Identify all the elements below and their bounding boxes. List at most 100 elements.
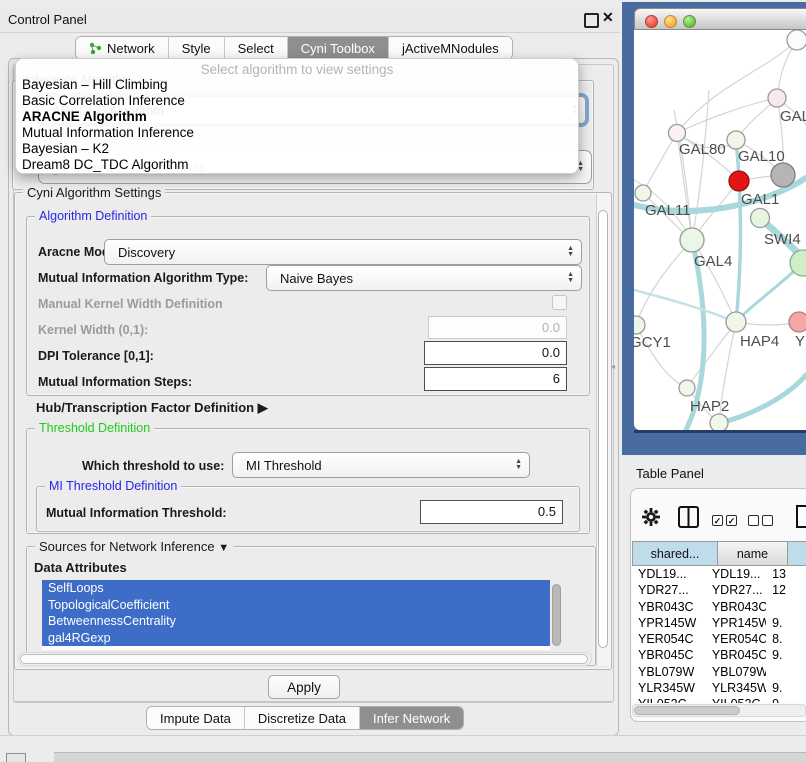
new-table-button[interactable]: [796, 505, 806, 533]
table-cell: YDR27...: [706, 582, 766, 598]
network-node-gal11[interactable]: [635, 185, 651, 201]
network-node-gal1[interactable]: [729, 171, 749, 191]
mi-threshold-group-title: MI Threshold Definition: [45, 479, 181, 493]
table-row[interactable]: YDR27...YDR27...12: [632, 582, 806, 598]
select-all-columns-button[interactable]: ✓✓: [712, 512, 737, 530]
which-threshold-select[interactable]: MI Threshold ▲▼: [232, 452, 530, 478]
column-header[interactable]: [788, 541, 806, 566]
network-node-hap4[interactable]: [726, 312, 746, 332]
data-attributes-list[interactable]: SelfLoopsTopologicalCoefficientBetweenne…: [42, 580, 550, 650]
bottom-statusbar: [54, 752, 806, 762]
attribute-list-item[interactable]: TopologicalCoefficient: [42, 597, 550, 614]
network-node-swi4[interactable]: [751, 209, 770, 228]
attribute-list-scrollbar-thumb[interactable]: [552, 584, 561, 646]
network-window-titlebar[interactable]: [634, 8, 806, 30]
table-cell: YPR145W: [706, 615, 766, 631]
dpi-tolerance-field[interactable]: 0.0: [424, 341, 567, 365]
table-row[interactable]: YBR045CYBR045C9.: [632, 647, 806, 663]
table-cell: YDR27...: [632, 582, 706, 598]
table-cell: 9.: [766, 647, 806, 663]
node-label: SWI4: [764, 231, 801, 248]
manual-kernel-checkbox[interactable]: [552, 295, 567, 310]
table-row[interactable]: YPR145WYPR145W9.: [632, 615, 806, 631]
kernel-width-field[interactable]: 0.0: [428, 316, 567, 339]
network-node-y[interactable]: [789, 312, 806, 332]
checked-box-icon: ✓: [726, 515, 737, 526]
network-node-gal80[interactable]: [669, 125, 686, 142]
screen: Control Panel ✕ NetworkStyleSelectCyni T…: [0, 0, 806, 762]
network-view-canvas[interactable]: GALGAL80GAL10GAL1GAL11SWI4GAL4GCY1HAP4YH…: [634, 30, 806, 430]
attribute-list-item[interactable]: gal4RGexp: [42, 630, 550, 647]
combo-arrows-icon: ▲▼: [515, 459, 522, 471]
table-cell: [766, 664, 806, 680]
corner-widget[interactable]: [6, 753, 26, 762]
table-row[interactable]: YIL052CYIL052C9: [632, 696, 806, 703]
settings-hscrollbar-thumb[interactable]: [20, 654, 588, 664]
algorithm-option[interactable]: Bayesian – Hill Climbing: [16, 77, 578, 93]
table-cell: YBL079W: [706, 664, 766, 680]
algorithm-option[interactable]: Bayesian – K2: [16, 141, 578, 157]
algorithm-option[interactable]: Mutual Information Inference: [16, 125, 578, 141]
network-node-gal[interactable]: [768, 89, 786, 107]
close-icon[interactable]: ✕: [602, 9, 614, 26]
node-label: Y: [795, 333, 805, 350]
mi-type-select[interactable]: Naive Bayes ▲▼: [266, 265, 582, 291]
table-row[interactable]: YLR345WYLR345W9.: [632, 680, 806, 696]
manual-kernel-label: Manual Kernel Width Definition: [38, 297, 223, 311]
algorithm-option[interactable]: Basic Correlation Inference: [16, 93, 578, 109]
network-node[interactable]: [787, 30, 806, 50]
apply-button[interactable]: Apply: [268, 675, 340, 699]
mac-zoom-icon[interactable]: [683, 15, 696, 28]
network-node[interactable]: [710, 414, 728, 430]
mac-close-icon[interactable]: [645, 15, 658, 28]
hub-definition-toggle[interactable]: Hub/Transcription Factor Definition ▶: [36, 400, 268, 416]
split-columns-button[interactable]: [678, 506, 699, 533]
table-row[interactable]: YBL079WYBL079W: [632, 664, 806, 680]
network-node-hap2[interactable]: [679, 380, 695, 396]
table-cell: YBR045C: [632, 647, 706, 663]
tab-cyni-toolbox[interactable]: Cyni Toolbox: [288, 37, 389, 59]
column-header[interactable]: shared...: [632, 541, 718, 566]
algorithm-option[interactable]: Dream8 DC_TDC Algorithm: [16, 157, 578, 173]
table-hscrollbar-thumb[interactable]: [634, 706, 740, 715]
tab-impute-data[interactable]: Impute Data: [147, 707, 245, 729]
network-node-gcy1[interactable]: [634, 316, 645, 334]
network-graph: GALGAL80GAL10GAL1GAL11SWI4GAL4GCY1HAP4YH…: [634, 30, 806, 430]
dropdown-placeholder: Select algorithm to view settings: [16, 59, 578, 77]
expand-right-icon[interactable]: ▶: [258, 400, 268, 415]
table-settings-button[interactable]: [642, 508, 660, 531]
mi-steps-field[interactable]: 6: [424, 367, 567, 391]
threshold-definition-title: Threshold Definition: [35, 421, 154, 435]
float-window-icon[interactable]: [584, 13, 599, 28]
attribute-list-item[interactable]: SelfLoops: [42, 580, 550, 597]
tab-style[interactable]: Style: [169, 37, 225, 59]
table-cell: YBL079W: [632, 664, 706, 680]
aracne-mode-select[interactable]: Discovery ▲▼: [104, 239, 582, 265]
tab-jactivemnodules[interactable]: jActiveMNodules: [389, 37, 512, 59]
network-node-gal10[interactable]: [727, 131, 745, 149]
tab-infer-network[interactable]: Infer Network: [360, 707, 463, 729]
column-header[interactable]: name: [718, 541, 788, 566]
table-cell: 12: [766, 582, 806, 598]
deselect-all-columns-button[interactable]: [748, 512, 773, 530]
table-row[interactable]: YDL19...YDL19...13: [632, 566, 806, 582]
settings-scrollbar-thumb[interactable]: [598, 210, 608, 648]
network-node-gal4[interactable]: [680, 228, 704, 252]
tab-discretize-data[interactable]: Discretize Data: [245, 707, 360, 729]
algorithm-definition-title: Algorithm Definition: [35, 209, 151, 223]
mac-minimize-icon[interactable]: [664, 15, 677, 28]
algorithm-option[interactable]: ARACNE Algorithm: [16, 109, 578, 125]
table-cell: YER054C: [706, 631, 766, 647]
table-row[interactable]: YER054CYER054C8.: [632, 631, 806, 647]
sources-group-title[interactable]: Sources for Network Inference ▼: [35, 539, 233, 554]
table-row[interactable]: YBR043CYBR043C: [632, 599, 806, 615]
network-node[interactable]: [771, 163, 795, 187]
tab-select[interactable]: Select: [225, 37, 288, 59]
network-nodes[interactable]: GALGAL80GAL10GAL1GAL11SWI4GAL4GCY1HAP4YH…: [634, 30, 806, 430]
algorithm-dropdown-popup: Select algorithm to view settings Bayesi…: [15, 58, 579, 174]
splitter-arrow-icon[interactable]: ◂: [611, 362, 615, 371]
tab-network[interactable]: Network: [76, 37, 169, 59]
attribute-list-item[interactable]: BetweennessCentrality: [42, 613, 550, 630]
table-cell: YBR043C: [706, 599, 766, 615]
mi-threshold-field[interactable]: 0.5: [420, 500, 563, 524]
